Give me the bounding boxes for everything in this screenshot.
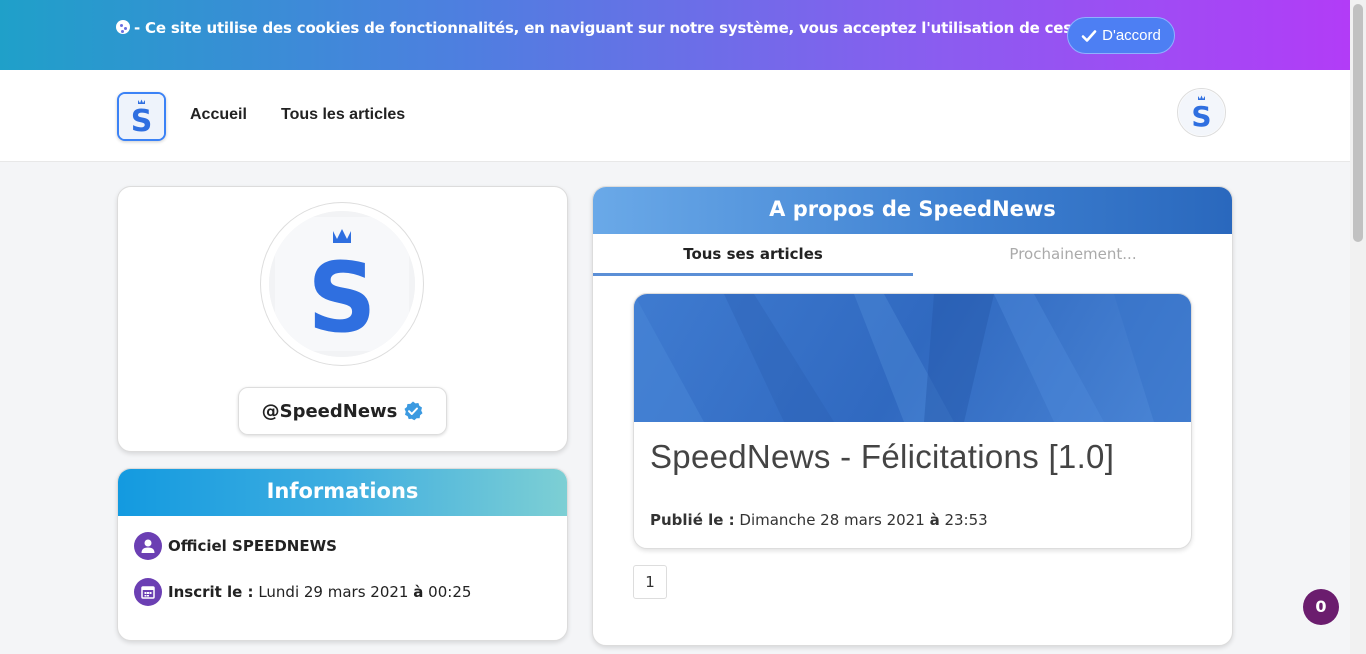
cookie-text: - Ce site utilise des cookies de fonctio… xyxy=(116,19,1152,37)
profile-card: S @SpeedNews xyxy=(117,186,568,452)
accept-cookies-label: D'accord xyxy=(1102,27,1161,44)
svg-text:S: S xyxy=(131,104,153,139)
scrollbar-thumb[interactable] xyxy=(1353,4,1363,242)
article-banner-image xyxy=(634,294,1191,422)
profile-handle: @SpeedNews xyxy=(238,387,447,435)
registered-date: Lundi 29 mars 2021 xyxy=(258,583,409,601)
article-published: Publié le : Dimanche 28 mars 2021 à 23:5… xyxy=(650,511,988,529)
page-scrollbar[interactable] xyxy=(1350,0,1366,654)
article-title[interactable]: SpeedNews - Félicitations [1.0] xyxy=(650,438,1114,476)
notification-badge[interactable]: 0 xyxy=(1303,589,1339,625)
article-card[interactable]: SpeedNews - Félicitations [1.0] Publié l… xyxy=(633,293,1192,549)
informations-title: Informations xyxy=(118,469,567,516)
about-card: A propos de SpeedNews Tous ses articles … xyxy=(592,186,1233,646)
user-icon xyxy=(134,532,162,560)
about-title: A propos de SpeedNews xyxy=(593,187,1232,234)
nav-link-accueil[interactable]: Accueil xyxy=(190,106,247,124)
informations-card: Informations Officiel SPEEDNEWS Inscrit … xyxy=(117,468,568,641)
info-name: Officiel SPEEDNEWS xyxy=(168,537,337,555)
speednews-logo-icon: S xyxy=(119,94,164,139)
registered-label: Inscrit le : xyxy=(168,583,254,601)
published-at: à xyxy=(929,511,940,529)
cookie-icon xyxy=(116,20,130,34)
tab-all-articles[interactable]: Tous ses articles xyxy=(593,234,913,276)
registered-at: à xyxy=(413,583,424,601)
published-time: 23:53 xyxy=(944,511,988,529)
profile-avatar: S xyxy=(261,203,423,365)
svg-text:S: S xyxy=(1191,100,1211,133)
handle-text: @SpeedNews xyxy=(261,400,398,422)
cookie-message: - Ce site utilise des cookies de fonctio… xyxy=(134,19,1152,37)
pagination-page-1[interactable]: 1 xyxy=(633,565,667,599)
calendar-icon xyxy=(134,578,162,606)
published-date: Dimanche 28 mars 2021 xyxy=(739,511,925,529)
registered-time: 00:25 xyxy=(428,583,472,601)
avatar-logo-icon: S xyxy=(1178,89,1225,136)
nav-link-articles[interactable]: Tous les articles xyxy=(281,106,405,124)
speednews-logo-icon: S xyxy=(269,211,415,357)
verified-badge-icon xyxy=(404,401,423,421)
check-icon xyxy=(1081,29,1097,42)
info-row-name: Officiel SPEEDNEWS xyxy=(134,532,337,560)
svg-text:S: S xyxy=(307,242,376,354)
published-label: Publié le : xyxy=(650,511,735,529)
user-avatar[interactable]: S xyxy=(1177,88,1226,137)
tab-upcoming[interactable]: Prochainement... xyxy=(913,234,1232,276)
site-logo[interactable]: S xyxy=(117,92,166,141)
accept-cookies-button[interactable]: D'accord xyxy=(1067,17,1175,54)
top-navbar: S Accueil Tous les articles S xyxy=(0,70,1350,162)
cookie-banner: - Ce site utilise des cookies de fonctio… xyxy=(0,0,1350,70)
info-row-registered: Inscrit le : Lundi 29 mars 2021 à 00:25 xyxy=(134,578,471,606)
